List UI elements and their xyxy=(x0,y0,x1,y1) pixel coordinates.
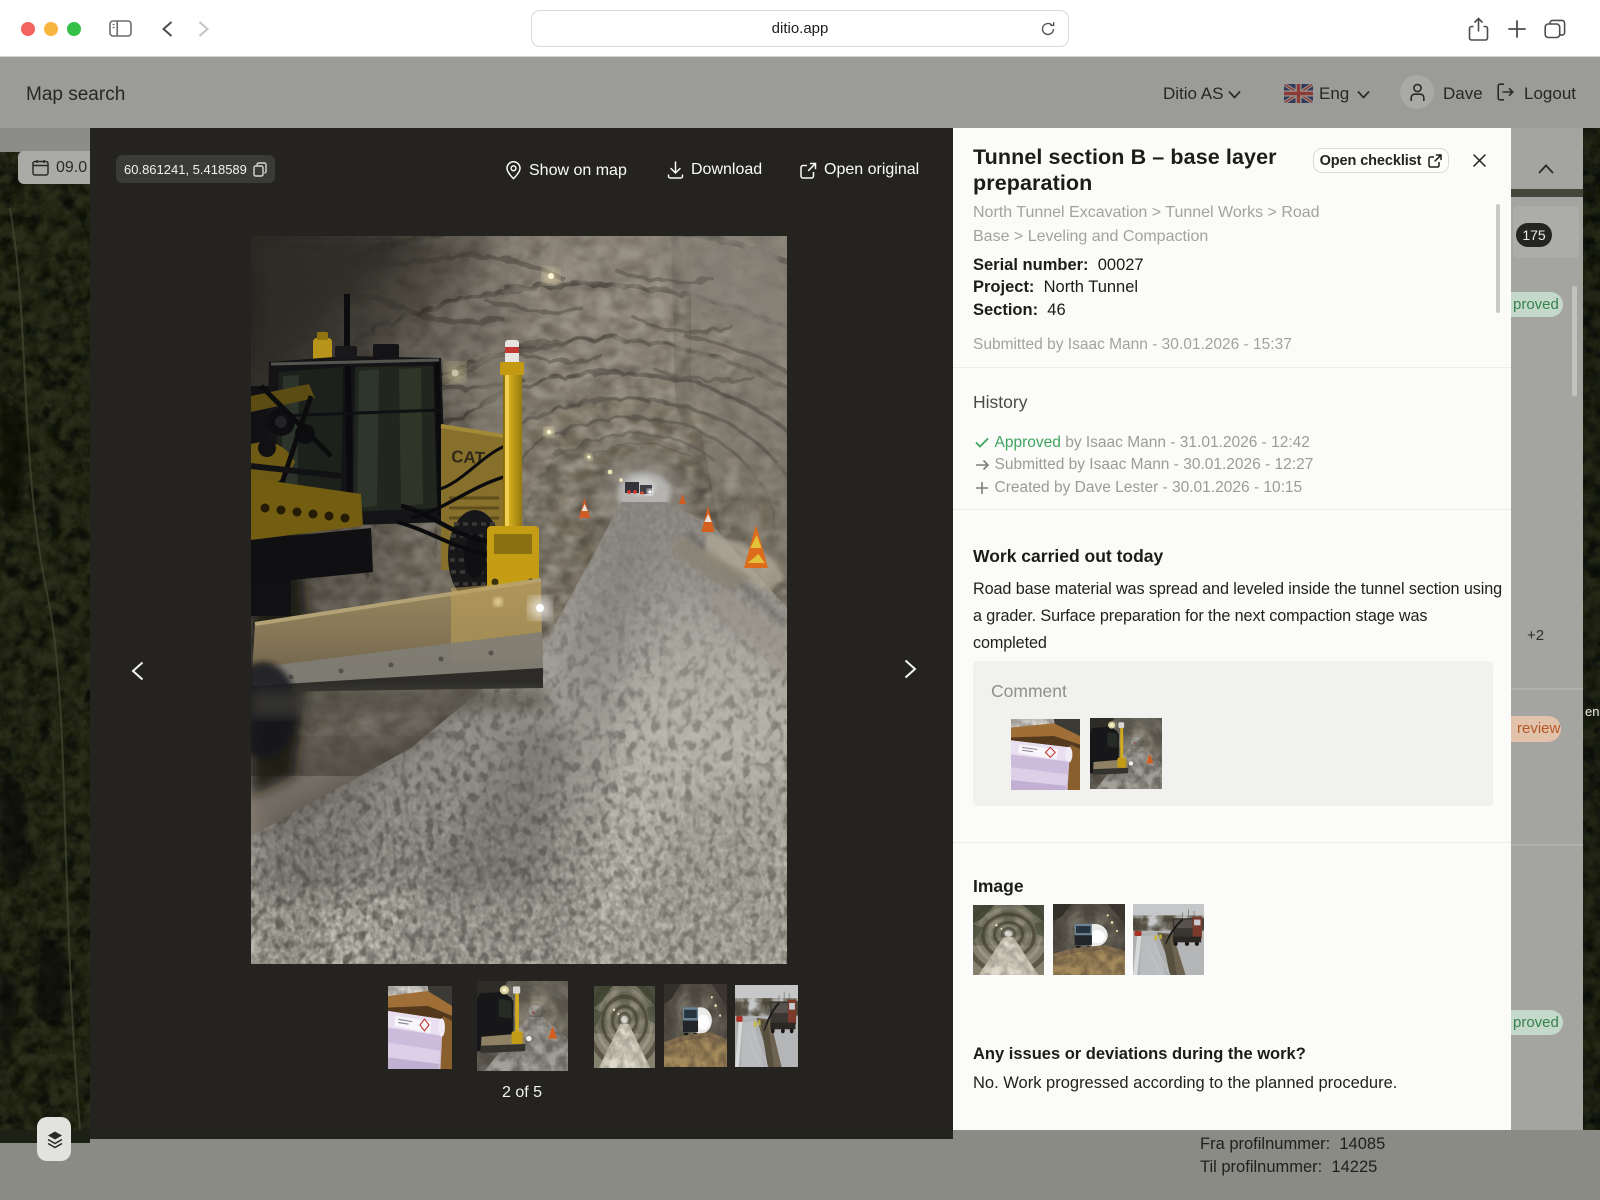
svg-text:CAT: CAT xyxy=(451,447,486,468)
